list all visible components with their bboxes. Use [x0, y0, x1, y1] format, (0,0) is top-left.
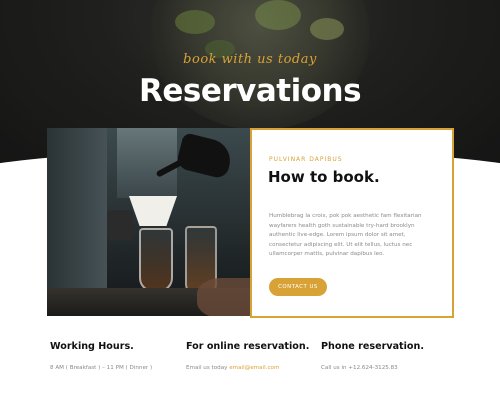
online-reservation-prefix: Email us today — [186, 365, 230, 371]
hand-shape — [197, 278, 250, 316]
phone-reservation-section: Phone reservation. Call us in +12.624-31… — [321, 341, 461, 371]
online-reservation-text: Email us today email@email.com — [186, 365, 326, 371]
contact-us-button[interactable]: CONTACT US — [269, 278, 327, 296]
dripper-shape — [107, 210, 133, 240]
working-hours-section: Working Hours. 8 AM ( Breakfast ) – 11 P… — [50, 341, 190, 371]
booking-kicker: PULVINAR DAPIBUS — [269, 156, 343, 163]
online-reservation-title: For online reservation. — [186, 341, 310, 352]
photo-window — [117, 128, 177, 198]
online-reservation-section: For online reservation. Email us today e… — [186, 341, 326, 371]
carafe-shape — [139, 228, 173, 292]
page-title: Reservations — [138, 73, 362, 109]
email-link[interactable]: email@email.com — [229, 365, 279, 371]
kettle-shape — [175, 132, 235, 180]
coffee-filter-shape — [129, 196, 177, 226]
working-hours-title: Working Hours. — [50, 341, 134, 352]
phone-reservation-title: Phone reservation. — [321, 341, 424, 352]
booking-description: Humblebrag la croix, pok pok aesthetic f… — [269, 213, 422, 258]
working-hours-text: 8 AM ( Breakfast ) – 11 PM ( Dinner ) — [50, 365, 153, 371]
booking-title: How to book. — [268, 168, 380, 186]
coffee-brewing-photo — [47, 128, 250, 316]
hero-tagline: book with us today — [183, 52, 317, 67]
booking-card: PULVINAR DAPIBUS How to book. Humblebrag… — [250, 128, 454, 318]
phone-reservation-text: Call us in +12.624-3125.83 — [321, 365, 398, 371]
